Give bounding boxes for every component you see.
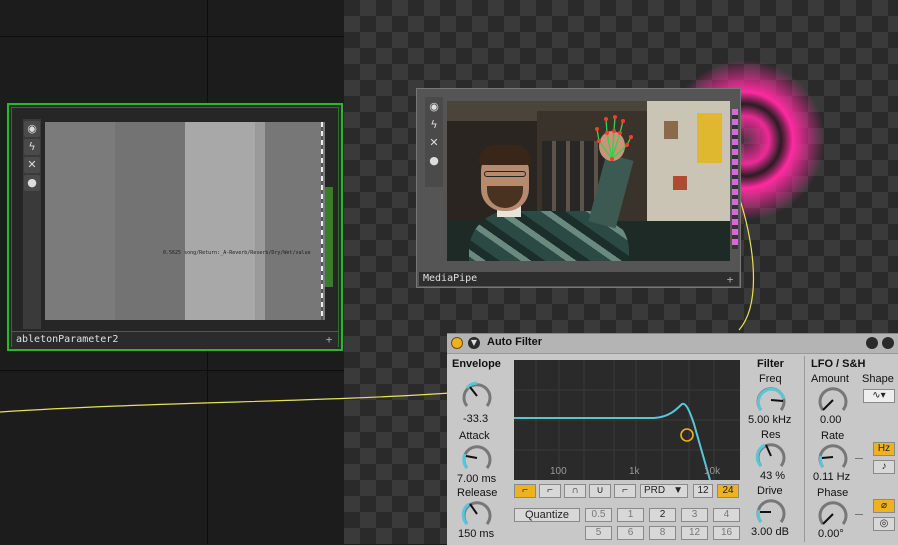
quantize-value-button[interactable]: 4 (713, 508, 740, 522)
freq-label-1k: 1k (629, 466, 640, 477)
res-value: 43 % (760, 470, 786, 482)
phase-mode-button[interactable]: ⌀ (873, 499, 895, 513)
device-power-button[interactable] (451, 337, 463, 349)
quantize-value-button[interactable]: 12 (681, 526, 708, 540)
notch-button[interactable]: ∪ (589, 484, 611, 498)
resonance-knob[interactable] (755, 440, 787, 472)
bypass-icon[interactable]: ϟ (426, 117, 442, 133)
auto-filter-device: ▼ Auto Filter Envelope -33.3 Attack 7.00… (447, 333, 898, 545)
node-name-label[interactable]: abletonParameter2 + (12, 331, 338, 347)
webcam-feed (447, 101, 730, 261)
lock-icon[interactable]: ● (24, 175, 40, 191)
lock-icon[interactable]: ● (426, 153, 442, 169)
lfo-amount-knob[interactable] (817, 384, 849, 416)
quantize-value-button[interactable]: 1 (617, 508, 644, 522)
envelope-section-label: Envelope (452, 358, 501, 370)
add-icon[interactable]: + (724, 274, 736, 286)
release-knob[interactable] (461, 498, 493, 530)
sync-note-button[interactable]: ♪ (873, 460, 895, 474)
lfo-section-label: LFO / S&H (811, 358, 866, 370)
rate-value: 0.11 Hz (813, 471, 851, 483)
ableton-parameter-node[interactable]: ◉ ϟ ✕ ● 0.5625 song/Return:_A-Reverb/Rev… (7, 103, 343, 351)
bandpass-button[interactable]: ∩ (564, 484, 586, 498)
attack-value: 7.00 ms (457, 473, 497, 485)
device-collapse-icon[interactable]: ▼ (468, 337, 480, 349)
attack-label: Attack (459, 430, 490, 442)
output-connector[interactable] (325, 187, 333, 287)
add-icon[interactable]: + (323, 334, 335, 346)
spin-mode-button[interactable]: ◎ (873, 517, 895, 531)
phase-value: 0.00° (818, 528, 844, 540)
drive-value: 3.00 dB (751, 526, 789, 538)
phase-knob[interactable] (817, 498, 849, 530)
freq-label-100: 100 (550, 466, 567, 477)
device-hotswap-icon[interactable] (866, 337, 878, 349)
lfo-amount-value: 0.00 (820, 414, 842, 426)
node-side-toolbar: ◉ ϟ ✕ ● (425, 97, 443, 187)
quantize-value-button[interactable]: 2 (649, 508, 676, 522)
shape-select[interactable]: ∿▾ (863, 389, 895, 403)
hand-landmarks-overlay (595, 115, 633, 161)
section-divider (804, 356, 805, 542)
quantize-value-button[interactable]: 6 (617, 526, 644, 540)
rate-knob[interactable] (817, 441, 849, 473)
freq-label-10k: 10k (704, 466, 721, 477)
device-save-icon[interactable] (882, 337, 894, 349)
freq-value: 5.00 kHz (748, 414, 792, 426)
node-side-toolbar: ◉ ϟ ✕ ● (23, 119, 41, 329)
parameter-readout: 0.5625 song/Return:_A-Reverb/Reverb/Dry/… (163, 250, 311, 256)
frequency-knob[interactable] (755, 384, 787, 416)
circuit-type-select[interactable]: PRD ▼ (640, 484, 688, 498)
highpass-button[interactable]: ⌐ (539, 484, 561, 498)
drive-knob[interactable] (755, 496, 787, 528)
close-icon[interactable]: ✕ (426, 135, 442, 151)
frequency-handle[interactable] (680, 428, 694, 442)
quantize-value-button[interactable]: 5 (585, 526, 612, 540)
envelope-amount-knob[interactable] (461, 380, 493, 412)
quantize-button[interactable]: Quantize (514, 508, 580, 522)
parameter-viewer: 0.5625 song/Return:_A-Reverb/Reverb/Dry/… (45, 122, 325, 320)
connector-line (855, 514, 863, 515)
filter-section-label: Filter (757, 358, 784, 370)
slope-12-button[interactable]: 12 (693, 484, 713, 498)
chevron-down-icon: ▼ (673, 485, 683, 496)
attack-knob[interactable] (461, 442, 493, 474)
slope-24-button[interactable]: 24 (717, 484, 739, 498)
viewer-icon[interactable]: ◉ (24, 121, 40, 137)
quantize-value-button[interactable]: 3 (681, 508, 708, 522)
release-value: 150 ms (458, 528, 495, 540)
viewer-icon[interactable]: ◉ (426, 99, 442, 115)
hz-mode-button[interactable]: Hz (873, 442, 895, 456)
lowpass-button[interactable]: ⌐ (514, 484, 536, 498)
close-icon[interactable]: ✕ (24, 157, 40, 173)
quantize-value-button[interactable]: 16 (713, 526, 740, 540)
output-connectors[interactable] (732, 109, 738, 249)
quantize-value-button[interactable]: 8 (649, 526, 676, 540)
filter-curve (514, 360, 740, 480)
connector-line (855, 458, 863, 459)
node-name-label[interactable]: MediaPipe + (419, 271, 739, 286)
envelope-amount-value: -33.3 (463, 413, 489, 425)
device-title-bar: ▼ Auto Filter (447, 334, 898, 354)
device-title: Auto Filter (487, 336, 542, 348)
morph-button[interactable]: ⌐ (614, 484, 636, 498)
filter-response-graph[interactable]: 100 1k 10k (514, 360, 740, 480)
shape-label: Shape (862, 373, 894, 385)
bypass-icon[interactable]: ϟ (24, 139, 40, 155)
quantize-value-button[interactable]: 0.5 (585, 508, 612, 522)
